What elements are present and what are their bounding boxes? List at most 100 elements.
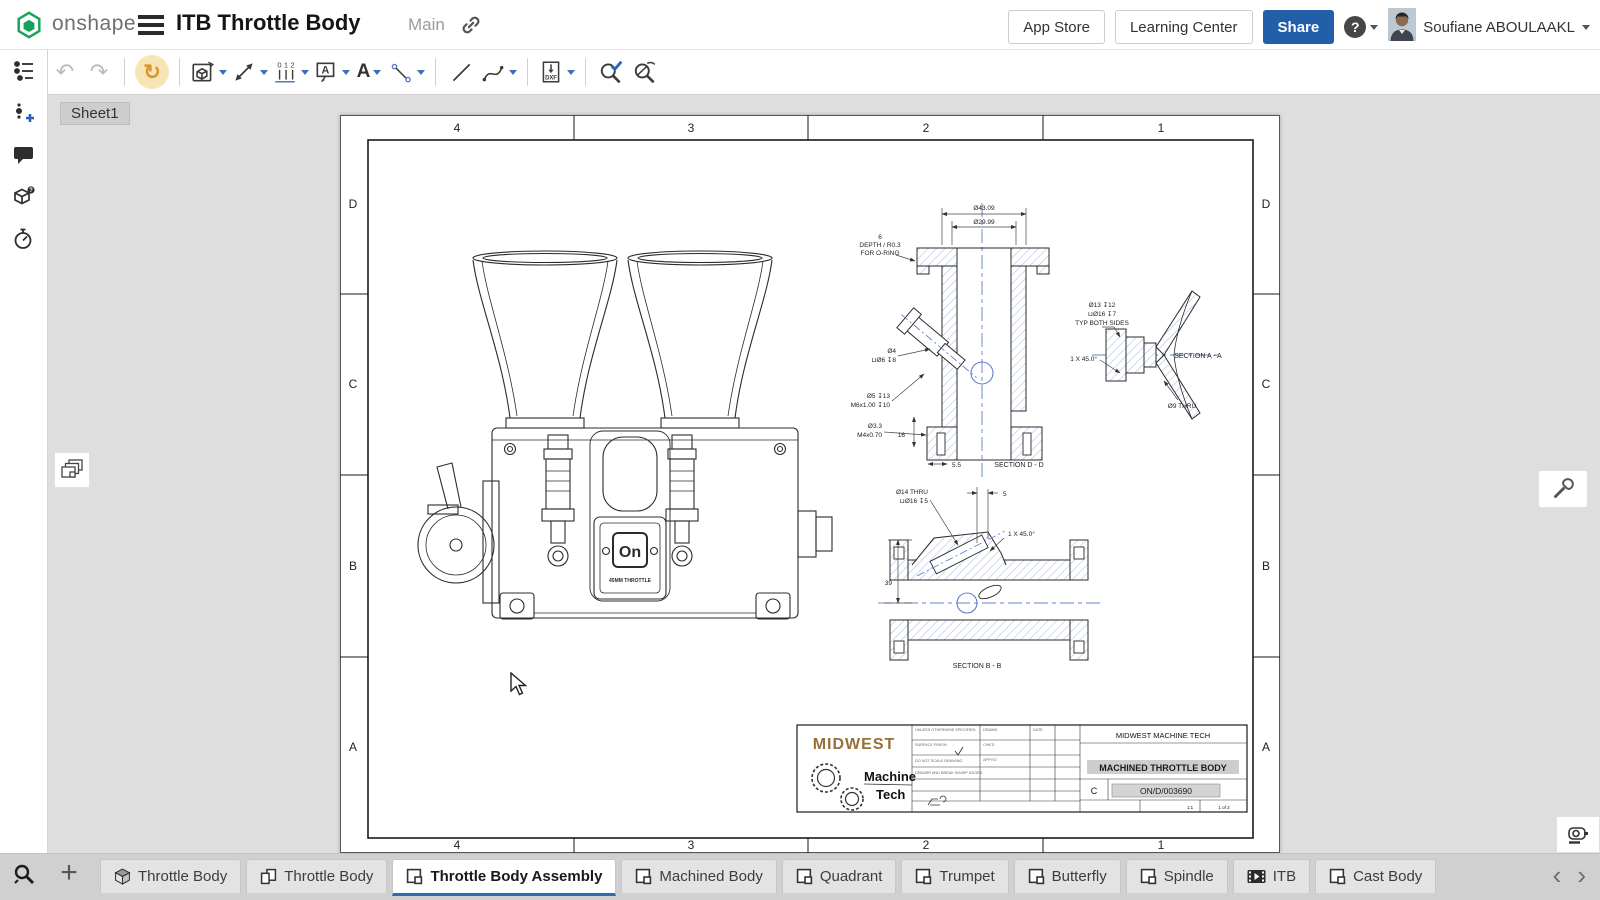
svg-text:2: 2 (290, 61, 294, 70)
chevron-down-icon (417, 70, 425, 75)
dim-text: Ø29.99 (973, 219, 995, 226)
drawing-sheet[interactable]: 4 3 2 1 4 3 2 1 D C B A D C B A (340, 115, 1280, 853)
history-button[interactable] (0, 218, 48, 260)
element-tabs: Throttle Body Throttle Body Throttle Bod… (100, 859, 1508, 900)
top-bar: onshape ITB Throttle Body Main App Store… (0, 0, 1600, 50)
learning-center-button[interactable]: Learning Center (1115, 10, 1253, 44)
add-tab-button[interactable]: + (52, 856, 86, 890)
insert-version-button[interactable] (0, 92, 48, 134)
drawing-icon (1140, 868, 1157, 885)
drawing-number[interactable]: ON/D/003690 (1140, 786, 1192, 796)
spline-button[interactable] (480, 54, 517, 90)
tab-spindle[interactable]: Spindle (1126, 859, 1228, 893)
part-title[interactable]: MACHINED THROTTLE BODY (1099, 763, 1227, 773)
dim-text: Ø9 THRU (1168, 403, 1197, 410)
export-dxf-icon: DXF (538, 59, 564, 85)
size-letter: C (1091, 786, 1098, 796)
parts-list-icon: ? (12, 185, 36, 209)
tb-note: DO NOT SCALE DRAWING (915, 759, 963, 763)
note-button[interactable]: A (313, 54, 350, 90)
dim-note: 6 (878, 234, 882, 241)
dim-note: Ø4 (887, 348, 896, 355)
title-block[interactable]: MIDWEST Machine Tech UNLESS OTHERWISE SP… (797, 725, 1247, 812)
svg-text:?: ? (29, 188, 33, 194)
zone-label: C (349, 377, 358, 391)
tabs-scroll-right-button[interactable]: › (1577, 858, 1586, 892)
measure-toggle[interactable] (1556, 816, 1600, 853)
dim-note: TYP BOTH SIDES (1075, 320, 1129, 327)
zone-label: 3 (688, 121, 695, 135)
tab-label: Machined Body (659, 868, 762, 885)
text-button[interactable]: A (354, 54, 384, 90)
main-menu-icon[interactable] (138, 15, 164, 35)
zone-label: 2 (923, 121, 930, 135)
tab-throttle-body-assembly-drawing[interactable]: Throttle Body Assembly (392, 859, 616, 896)
tabs-scroll-left-button[interactable]: ‹ (1553, 858, 1562, 892)
drawing-icon (1028, 868, 1045, 885)
chevron-down-icon (1582, 25, 1590, 30)
view-label: SECTION D - D (994, 462, 1043, 469)
mouse-cursor (510, 672, 532, 698)
dim-note: DEPTH / R0.3 (859, 242, 901, 249)
tab-throttle-body-partstudio[interactable]: Throttle Body (100, 859, 241, 893)
insert-view-icon (190, 59, 216, 85)
tab-itb-video[interactable]: ITB (1233, 859, 1310, 893)
zone-label: 1 (1158, 838, 1165, 852)
tab-cast-body[interactable]: Cast Body (1315, 859, 1436, 893)
company-name: MIDWEST MACHINE TECH (1116, 731, 1210, 740)
share-button[interactable]: Share (1263, 10, 1335, 44)
sheet-count: 1 of 2 (1218, 805, 1230, 810)
drawing-icon (796, 868, 813, 885)
chevron-down-icon (373, 70, 381, 75)
tab-quadrant[interactable]: Quadrant (782, 859, 897, 893)
chevron-down-icon (219, 70, 227, 75)
dim-note: ⊔Ø6 ↧8 (871, 356, 896, 364)
comments-button[interactable] (0, 134, 48, 176)
check-dimensions-icon (598, 59, 624, 85)
chevron-down-icon (342, 70, 350, 75)
ordinate-dimension-icon: 012 (272, 59, 298, 85)
centerline-button[interactable] (388, 54, 425, 90)
workspace-name[interactable]: Main (408, 15, 445, 35)
history-icon (12, 227, 36, 251)
chevron-down-icon (509, 70, 517, 75)
share-link-icon[interactable] (460, 14, 482, 41)
search-tabs-button[interactable] (12, 862, 38, 893)
tb-note: DEBURR AND BREAK SHARP EDGES (915, 771, 983, 775)
tab-trumpet[interactable]: Trumpet (901, 859, 1008, 893)
drawing-canvas[interactable]: Sheet1 (48, 95, 1600, 853)
drawing-tools-toggle[interactable] (1538, 470, 1588, 508)
insert-view-button[interactable] (190, 54, 227, 90)
ordinate-dimension-button[interactable]: 012 (272, 54, 309, 90)
sheet-tab[interactable]: Sheet1 (60, 102, 130, 125)
app-store-button[interactable]: App Store (1008, 10, 1105, 44)
part-studio-icon (114, 868, 131, 885)
export-dxf-button[interactable]: DXF (538, 54, 575, 90)
redo-button[interactable]: ↷ (84, 54, 114, 90)
sheets-panel-toggle[interactable] (54, 452, 90, 488)
user-menu[interactable]: Soufiane ABOULAAKL (1388, 8, 1590, 46)
line-button[interactable] (446, 54, 476, 90)
wrench-icon (1550, 476, 1576, 502)
tab-machined-body[interactable]: Machined Body (621, 859, 776, 893)
tab-throttle-body-assembly[interactable]: Throttle Body (246, 859, 387, 893)
onshape-logo-icon[interactable] (14, 10, 44, 45)
view-label: SECTION B - B (953, 663, 1002, 670)
update-views-button[interactable]: ↻ (135, 54, 169, 90)
sheet-list-button[interactable] (0, 50, 48, 92)
parts-list-button[interactable]: ? (0, 176, 48, 218)
spline-icon (480, 59, 506, 85)
inspect-dimensions-button[interactable] (630, 54, 660, 90)
dim-note: Ø5 ↧13 (867, 392, 891, 400)
drawing-icon (406, 868, 423, 885)
undo-button[interactable]: ↶ (50, 54, 80, 90)
show-checked-dimensions-button[interactable] (596, 54, 626, 90)
help-menu[interactable]: ? (1344, 16, 1378, 38)
chevron-down-icon (1370, 25, 1378, 30)
tab-butterfly[interactable]: Butterfly (1014, 859, 1121, 893)
inspect-icon (632, 59, 658, 85)
dim-text: 1 X 45.0° (1070, 355, 1097, 363)
dimension-button[interactable] (231, 54, 268, 90)
plate-caption: 45MM THROTTLE (609, 578, 652, 584)
dim-text: 1 X 45.0° (1008, 530, 1035, 538)
